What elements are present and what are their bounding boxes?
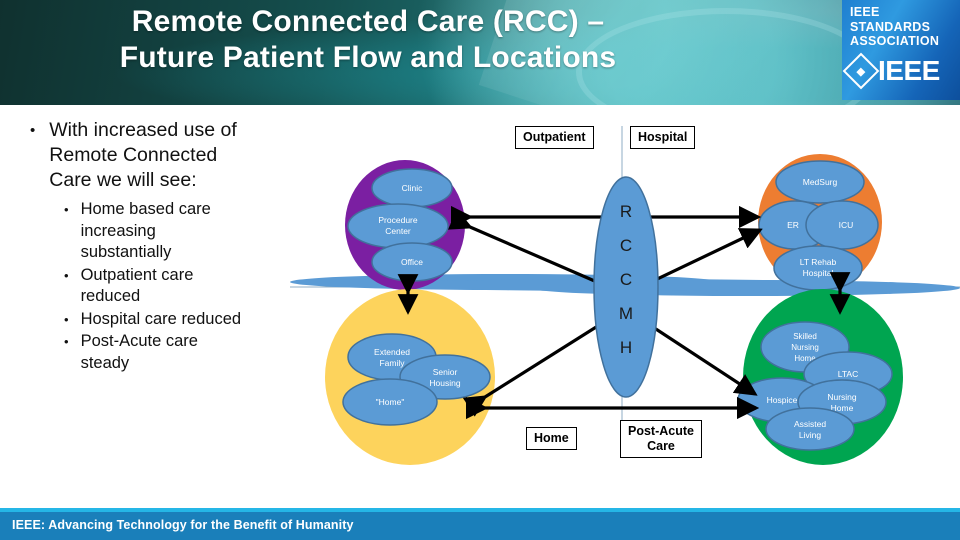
node-label: Senior [433, 367, 458, 377]
quadrant-label-home: Home [526, 427, 577, 450]
bullet-sub-text: Post-Acute care steady [80, 332, 198, 372]
bullet-sub-text: Home based care increasing substantially [80, 200, 211, 261]
node-label: Housing [429, 378, 460, 388]
rccmh-letter: R [620, 202, 632, 221]
title-line-1: Remote Connected Care (RCC) – [131, 5, 605, 38]
ieee-diamond-icon: ◆ [842, 52, 880, 90]
ieee-wordmark-row: ◆ IEEE [842, 52, 940, 90]
cluster-outpatient[interactable]: Clinic Procedure Center Office [345, 160, 465, 290]
node-label: Skilled [793, 332, 817, 341]
logo-sa-line-2: STANDARDS [850, 19, 931, 34]
node-label: Office [401, 257, 423, 267]
bullet-marker-icon: • [64, 334, 69, 349]
node-label: Clinic [402, 183, 424, 193]
bullet-sub-text: Outpatient care reduced [80, 265, 194, 306]
patient-flow-diagram: Clinic Procedure Center Office MedSurg E… [290, 112, 960, 482]
list-item: • Home based care increasing substantial… [64, 199, 320, 264]
bullet-level1-text: With increased use of Remote Connected C… [49, 119, 237, 191]
bullet-marker-icon: • [64, 267, 69, 283]
bullet-level1: • With increased use of Remote Connected… [30, 118, 320, 193]
cluster-hospital[interactable]: MedSurg ER ICU LT Rehab Hospital [758, 154, 882, 291]
bullet-marker-icon: • [64, 202, 69, 217]
rccmh-letter: C [620, 270, 632, 289]
node-label: Extended [374, 347, 410, 357]
footer-tagline: IEEE: Advancing Technology for the Benef… [12, 518, 354, 532]
cluster-home[interactable]: Extended Family Senior Housing "Home" [325, 289, 495, 465]
node-label: MedSurg [803, 177, 838, 187]
node-label: LTAC [838, 369, 858, 379]
list-item: • Outpatient care reduced [64, 265, 320, 308]
bullet-marker-icon: • [30, 122, 36, 139]
bullet-sub-text: Hospital care reduced [80, 309, 242, 328]
node-label: Living [799, 430, 821, 440]
node-label: ER [787, 220, 799, 230]
node-label: Nursing [827, 392, 857, 402]
quadrant-label-post-acute: Post-Acute Care [620, 420, 702, 458]
logo-sa-line-1: IEEE [850, 5, 880, 19]
rccmh-letter: C [620, 236, 632, 255]
node-label: Nursing [791, 343, 819, 352]
quadrant-label-hospital: Hospital [630, 126, 696, 149]
node-label: Hospice [767, 395, 798, 405]
rccmh-letter: H [620, 338, 632, 357]
node-label: "Home" [376, 397, 405, 407]
node-label: Center [385, 226, 411, 236]
node-label: Family [379, 358, 405, 368]
bullet-list: • With increased use of Remote Connected… [30, 118, 320, 375]
node-rccmh[interactable]: R C C M H [593, 176, 659, 398]
slide: Remote Connected Care (RCC) – Future Pat… [0, 0, 960, 540]
title-line-2: Future Patient Flow and Locations [119, 41, 617, 74]
node-label: Hospital [803, 268, 834, 278]
list-item: • Post-Acute care steady [64, 331, 320, 374]
node-label: Assisted [794, 419, 826, 429]
logo-sa-line-3: ASSOCIATION [850, 34, 940, 48]
node-label: ICU [839, 220, 854, 230]
ieee-standards-association-text: IEEE STANDARDS ASSOCIATION [850, 5, 939, 49]
page-title: Remote Connected Care (RCC) – Future Pat… [18, 4, 718, 76]
rccmh-letter: M [619, 304, 633, 323]
ieee-wordmark: IEEE [878, 55, 940, 86]
list-item: • Hospital care reduced [64, 309, 320, 331]
quadrant-label-outpatient: Outpatient [515, 126, 594, 149]
bullet-sublist: • Home based care increasing substantial… [64, 199, 320, 374]
node-label: LT Rehab [800, 257, 837, 267]
node-label: Procedure [378, 215, 417, 225]
bullet-marker-icon: • [64, 311, 69, 327]
ieee-sa-logo-panel: IEEE STANDARDS ASSOCIATION ◆ IEEE [842, 0, 960, 100]
cluster-post-acute[interactable]: Skilled Nursing Home LTAC Hospice Nursin… [737, 289, 903, 465]
title-banner: Remote Connected Care (RCC) – Future Pat… [0, 0, 960, 105]
